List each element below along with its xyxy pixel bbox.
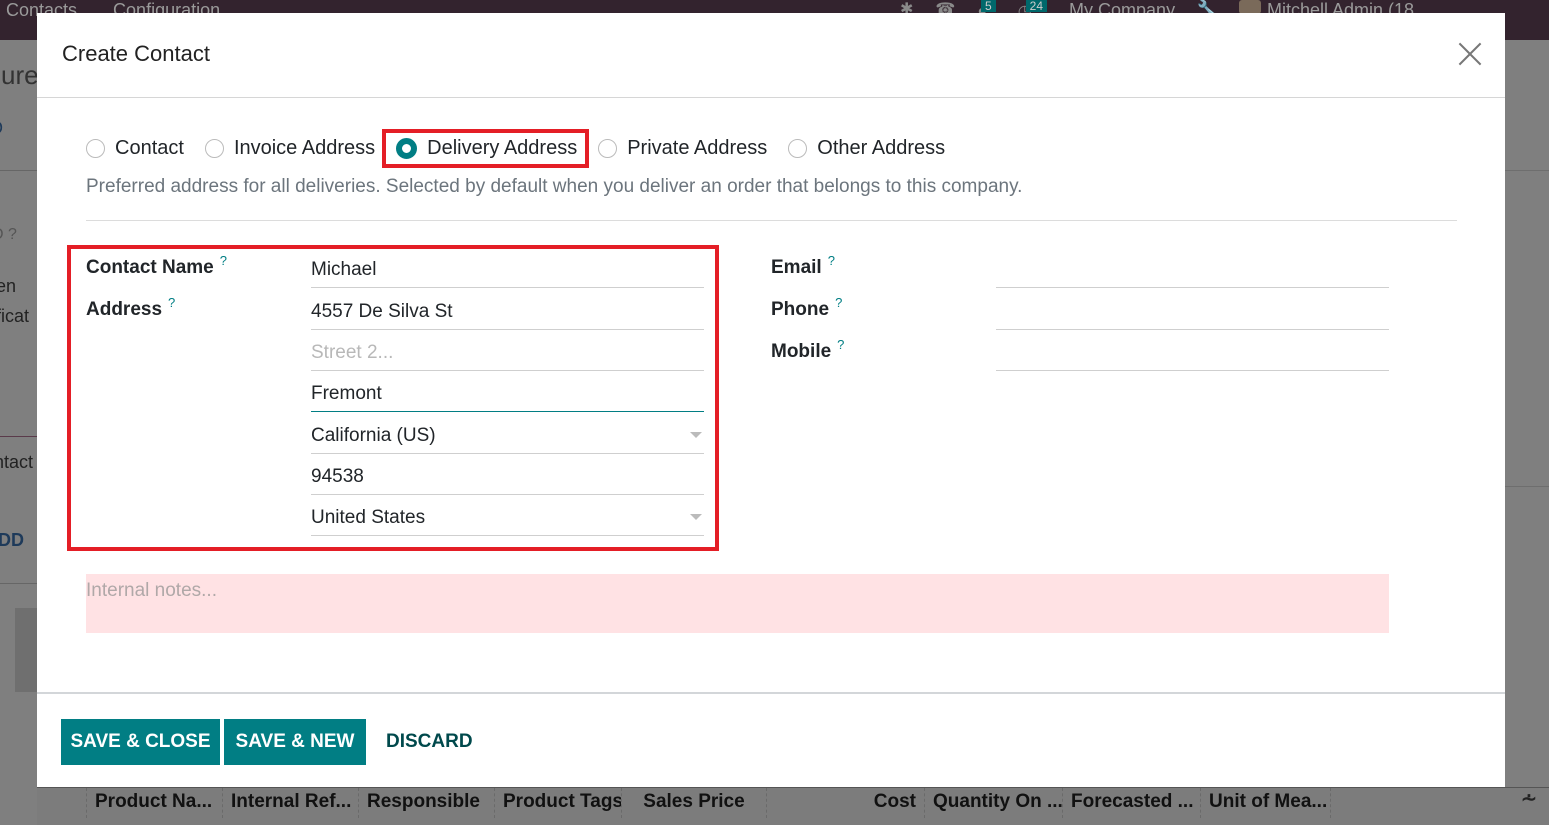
contact-name-input[interactable] bbox=[311, 247, 704, 287]
radio-label: Contact bbox=[115, 137, 184, 159]
products-table-header: Product Na... Internal Ref... Responsibl… bbox=[37, 787, 1549, 825]
radio-invoice-address[interactable]: Invoice Address bbox=[204, 137, 376, 160]
column-header[interactable]: Quantity On ... bbox=[925, 788, 1063, 818]
dialog-title: Create Contact bbox=[62, 41, 210, 66]
label-text: Phone bbox=[771, 299, 830, 320]
contact-name-label: Contact Name? bbox=[86, 253, 227, 279]
create-contact-dialog: Create Contact Contact Invoice Address D… bbox=[37, 13, 1505, 787]
column-header[interactable]: Forecasted ... bbox=[1063, 788, 1201, 818]
user-avatar bbox=[1238, 0, 1261, 14]
phone-field[interactable] bbox=[996, 289, 1389, 330]
label-text: Mobile bbox=[771, 341, 832, 362]
help-tooltip-icon[interactable]: ? bbox=[837, 337, 844, 352]
country-select[interactable] bbox=[311, 495, 704, 535]
bg-divider bbox=[0, 583, 37, 584]
internal-notes-input[interactable] bbox=[86, 574, 1389, 633]
dialog-header: Create Contact bbox=[37, 13, 1505, 98]
bg-divider bbox=[0, 436, 37, 437]
help-tooltip-icon[interactable]: ? bbox=[835, 295, 842, 310]
state-field[interactable] bbox=[311, 413, 704, 454]
dialog-footer: SAVE & CLOSE SAVE & NEW DISCARD bbox=[37, 692, 1505, 787]
bg-text: D bbox=[0, 118, 3, 139]
radio-button[interactable] bbox=[204, 139, 224, 158]
email-input[interactable] bbox=[996, 247, 1389, 287]
street-input[interactable] bbox=[311, 289, 704, 329]
radio-label: Delivery Address bbox=[427, 137, 578, 159]
divider bbox=[86, 220, 1457, 221]
bg-text: ificat bbox=[0, 306, 30, 326]
dropdown-caret-icon[interactable] bbox=[690, 432, 702, 438]
bg-text: en bbox=[0, 276, 17, 296]
mobile-field[interactable] bbox=[996, 330, 1389, 371]
radio-button-checked[interactable] bbox=[396, 138, 418, 159]
save-new-button[interactable]: SAVE & NEW bbox=[224, 719, 366, 765]
city-input[interactable] bbox=[311, 371, 704, 411]
country-field[interactable] bbox=[311, 495, 704, 536]
radio-label: Other Address bbox=[817, 137, 946, 159]
column-header[interactable]: Product Tags bbox=[495, 788, 622, 818]
column-header[interactable]: Unit of Mea... bbox=[1201, 788, 1331, 818]
column-header[interactable]: Internal Ref... bbox=[223, 788, 359, 818]
address-type-radio-group: Contact Invoice Address Delivery Address… bbox=[86, 129, 966, 168]
mobile-label: Mobile? bbox=[771, 337, 844, 363]
bg-divider bbox=[1505, 486, 1549, 487]
column-header[interactable]: Responsible bbox=[359, 788, 495, 818]
radio-label: Invoice Address bbox=[233, 137, 376, 159]
column-header[interactable]: Sales Price bbox=[622, 788, 767, 818]
contact-name-field[interactable] bbox=[311, 247, 704, 288]
background-form-fragment: zure D D ? en ificat ntact DD bbox=[0, 40, 37, 825]
radio-button[interactable] bbox=[788, 139, 808, 158]
street2-field[interactable] bbox=[311, 330, 704, 371]
help-tooltip-icon[interactable]: ? bbox=[828, 253, 835, 268]
phone-label: Phone? bbox=[771, 295, 842, 321]
street2-input[interactable] bbox=[311, 330, 704, 370]
label-text: Address bbox=[86, 299, 163, 320]
bg-divider bbox=[0, 170, 37, 171]
discard-button[interactable]: DISCARD bbox=[386, 719, 473, 765]
bg-text: ntact bbox=[0, 452, 34, 472]
state-select[interactable] bbox=[311, 413, 704, 453]
building-icon bbox=[15, 608, 37, 692]
radio-private-address[interactable]: Private Address bbox=[598, 137, 767, 160]
zip-input[interactable] bbox=[311, 454, 704, 494]
phone-input[interactable] bbox=[996, 289, 1389, 329]
column-header[interactable]: Product Na... bbox=[87, 788, 223, 818]
radio-delivery-address[interactable]: Delivery Address bbox=[382, 129, 590, 168]
bg-divider bbox=[1505, 170, 1549, 171]
optional-columns-icon[interactable]: ⩪ bbox=[1509, 788, 1549, 825]
email-field[interactable] bbox=[996, 247, 1389, 288]
column-header[interactable]: Cost bbox=[767, 788, 925, 818]
help-tooltip-icon[interactable]: ? bbox=[168, 295, 175, 310]
select-all-column[interactable] bbox=[37, 788, 87, 818]
label-text: Email bbox=[771, 257, 822, 278]
city-field[interactable] bbox=[311, 371, 704, 412]
save-close-button[interactable]: SAVE & CLOSE bbox=[61, 719, 220, 765]
radio-contact[interactable]: Contact bbox=[86, 137, 184, 160]
radio-other-address[interactable]: Other Address bbox=[788, 137, 945, 160]
radio-button[interactable] bbox=[598, 139, 618, 158]
email-label: Email? bbox=[771, 253, 835, 279]
bg-text: DD bbox=[0, 530, 24, 550]
internal-notes-field[interactable] bbox=[86, 574, 1389, 633]
label-text: Contact Name bbox=[86, 257, 214, 278]
close-icon[interactable] bbox=[1457, 41, 1483, 67]
bg-text: D ? bbox=[0, 226, 17, 243]
radio-button[interactable] bbox=[86, 139, 105, 158]
bg-text: zure bbox=[0, 60, 37, 90]
activity-count-badge: 24 bbox=[1025, 0, 1048, 12]
street-field[interactable] bbox=[311, 289, 704, 330]
radio-label: Private Address bbox=[627, 137, 768, 159]
help-tooltip-icon[interactable]: ? bbox=[220, 253, 227, 268]
chat-count-badge: 5 bbox=[981, 0, 996, 12]
zip-field[interactable] bbox=[311, 454, 704, 495]
mobile-input[interactable] bbox=[996, 330, 1389, 370]
background-right-edge bbox=[1505, 40, 1549, 825]
address-type-help-text: Preferred address for all deliveries. Se… bbox=[86, 176, 1023, 197]
dropdown-caret-icon[interactable] bbox=[690, 514, 702, 520]
address-label: Address? bbox=[86, 295, 175, 321]
